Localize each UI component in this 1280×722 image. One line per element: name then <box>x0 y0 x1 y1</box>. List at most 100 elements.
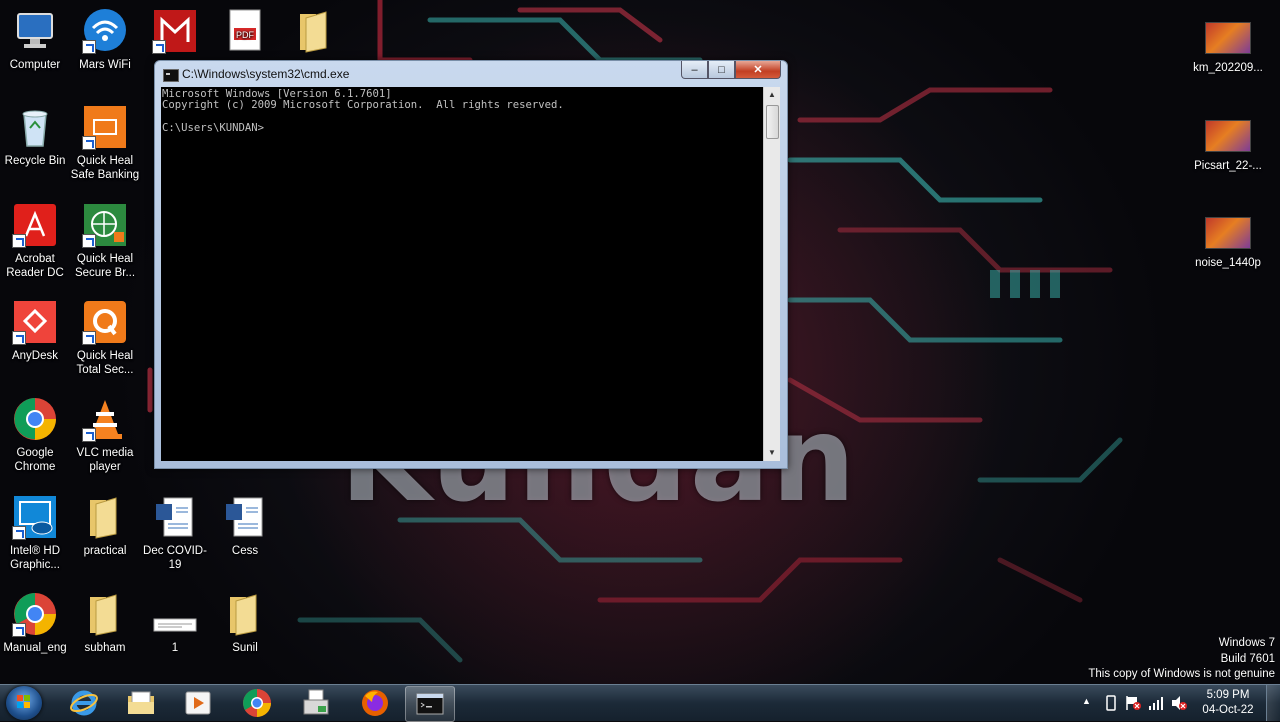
cmd-window-icon[interactable] <box>163 69 179 82</box>
desktop-icon-mcafee[interactable] <box>140 8 210 58</box>
desktop-icon-manual-eng[interactable]: Manual_eng <box>0 591 70 655</box>
icon-label: Quick Heal Total Sec... <box>76 350 134 376</box>
image-file-icon <box>152 591 198 637</box>
scroll-down-arrow-icon[interactable]: ▼ <box>764 445 780 461</box>
video-file-icon <box>1205 217 1251 249</box>
folder-icon <box>292 8 338 54</box>
cmd-titlebar[interactable]: C:\Windows\system32\cmd.exe – □ ✕ <box>155 61 787 87</box>
desktop-icon-pdf[interactable]: PDF <box>210 8 280 58</box>
device-icon[interactable] <box>1104 695 1118 711</box>
icon-label: Sunil <box>232 642 258 654</box>
icon-label: 1 <box>171 642 179 654</box>
desktop-icon-computer[interactable]: Computer <box>0 8 70 72</box>
firefox-icon <box>362 690 388 716</box>
scroll-up-arrow-icon[interactable]: ▲ <box>764 87 780 103</box>
desktop-icon-vlc[interactable]: VLC media player <box>70 396 140 474</box>
desktop-icon-intel-graphics[interactable]: Intel® HD Graphic... <box>0 494 70 572</box>
show-hidden-icons-arrow-icon[interactable]: ▲ <box>1082 696 1091 706</box>
desktop-icon-km-video[interactable]: km_202209... <box>1183 22 1273 74</box>
secure-browser-icon <box>82 202 128 248</box>
minimize-button[interactable]: – <box>681 61 708 79</box>
taskbar-fax-scan[interactable] <box>292 686 340 720</box>
shortcut-arrow-icon <box>82 331 96 345</box>
start-button[interactable] <box>6 686 42 720</box>
shortcut-arrow-icon <box>152 40 166 54</box>
acrobat-icon <box>12 202 58 248</box>
console-area[interactable]: Microsoft Windows [Version 6.1.7601] Cop… <box>161 87 763 461</box>
close-button[interactable]: ✕ <box>735 61 781 79</box>
icon-label: Dec COVID-19 <box>143 545 207 571</box>
video-file-icon <box>1205 22 1251 54</box>
action-center-flag-icon[interactable] <box>1124 695 1142 711</box>
shortcut-arrow-icon <box>12 526 26 540</box>
svg-text:PDF: PDF <box>236 30 255 40</box>
desktop-icon-cess[interactable]: Cess <box>210 494 280 558</box>
desktop-icon-sunil[interactable]: Sunil <box>210 591 280 655</box>
watermark-line: Build 7601 <box>1220 652 1275 665</box>
icon-label: noise_1440p <box>1195 257 1261 269</box>
icon-label: km_202209... <box>1193 62 1263 74</box>
taskbar: ▲ 5:09 PM 04-Oct-22 <box>0 684 1280 722</box>
cmd-window[interactable]: C:\Windows\system32\cmd.exe – □ ✕ Micros… <box>154 60 788 469</box>
folder-icon <box>222 591 268 637</box>
icon-label: Mars WiFi <box>79 59 131 71</box>
desktop-icon-recycle-bin[interactable]: Recycle Bin <box>0 104 70 168</box>
recycle-bin-icon <box>12 104 58 150</box>
chrome-icon <box>12 396 58 442</box>
folder-icon <box>82 494 128 540</box>
icon-label: Intel® HD Graphic... <box>9 545 60 571</box>
watermark-line: Windows 7 <box>1218 637 1275 649</box>
desktop-icon-mars-wifi[interactable]: Mars WiFi <box>70 8 140 72</box>
icon-label: Manual_eng <box>3 642 67 654</box>
desktop-icon-practical[interactable]: practical <box>70 494 140 558</box>
desktop-icon-1[interactable]: 1 <box>140 591 210 655</box>
taskbar-internet-explorer[interactable] <box>60 686 108 720</box>
word-doc-icon <box>152 494 198 540</box>
desktop-icon-picsart-video[interactable]: Picsart_22-... <box>1183 120 1273 172</box>
shortcut-arrow-icon <box>82 428 96 442</box>
taskbar-firefox[interactable] <box>351 686 399 720</box>
icon-label: Computer <box>9 59 61 71</box>
icon-label: Picsart_22-... <box>1194 160 1262 172</box>
shortcut-arrow-icon <box>82 136 96 150</box>
desktop-icon-anydesk[interactable]: AnyDesk <box>0 299 70 363</box>
shortcut-arrow-icon <box>12 234 26 248</box>
taskbar-chrome[interactable] <box>233 686 281 720</box>
desktop-icon-secure-browser[interactable]: Quick Heal Secure Br... <box>70 202 140 280</box>
mcafee-icon <box>152 8 198 54</box>
volume-muted-icon[interactable] <box>1170 695 1188 711</box>
desktop-icon-folder[interactable] <box>280 8 350 58</box>
intel-icon <box>12 494 58 540</box>
shortcut-arrow-icon <box>12 331 26 345</box>
anydesk-icon <box>12 299 58 345</box>
shortcut-arrow-icon <box>82 234 96 248</box>
desktop-icon-dec-covid[interactable]: Dec COVID-19 <box>140 494 210 572</box>
taskbar-file-explorer[interactable] <box>117 686 165 720</box>
taskbar-cmd[interactable] <box>405 686 455 722</box>
folder-icon <box>82 591 128 637</box>
icon-label: subham <box>84 642 126 654</box>
pdf-file-icon: PDF <box>222 8 268 54</box>
clock[interactable]: 5:09 PM 04-Oct-22 <box>1198 688 1258 718</box>
icon-label: Acrobat Reader DC <box>6 253 64 279</box>
cmd-window-title: C:\Windows\system32\cmd.exe <box>182 67 350 81</box>
taskbar-media-player[interactable] <box>174 686 222 720</box>
network-signal-icon[interactable] <box>1148 695 1164 711</box>
maximize-button[interactable]: □ <box>708 61 735 79</box>
chrome-icon <box>243 689 271 717</box>
vertical-scrollbar[interactable]: ▲ ▼ <box>763 87 780 461</box>
watermark-line: This copy of Windows is not genuine <box>1088 668 1275 680</box>
desktop-icon-safe-banking[interactable]: Quick Heal Safe Banking <box>70 104 140 182</box>
windows-not-genuine-watermark: Windows 7 Build 7601 This copy of Window… <box>1088 636 1275 683</box>
chrome-icon <box>12 591 58 637</box>
desktop-icon-noise-video[interactable]: noise_1440p <box>1183 217 1273 269</box>
show-desktop-button[interactable] <box>1266 685 1280 721</box>
desktop-icon-acrobat[interactable]: Acrobat Reader DC <box>0 202 70 280</box>
desktop-icon-subham[interactable]: subham <box>70 591 140 655</box>
wifi-icon <box>82 8 128 54</box>
safe-banking-icon <box>82 104 128 150</box>
desktop-icon-quick-heal[interactable]: Quick Heal Total Sec... <box>70 299 140 377</box>
scrollbar-thumb[interactable] <box>766 105 779 139</box>
clock-time: 5:09 PM <box>1206 689 1250 701</box>
desktop-icon-google-chrome[interactable]: Google Chrome <box>0 396 70 474</box>
